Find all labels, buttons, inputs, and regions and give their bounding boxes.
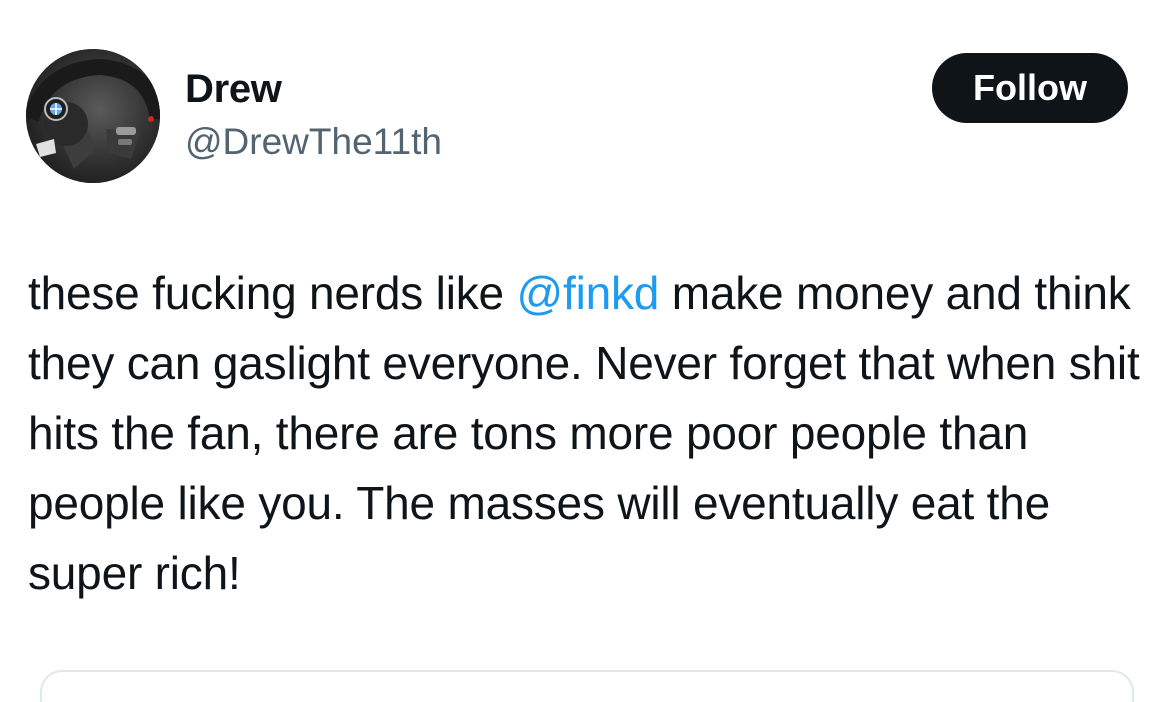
tweet-text: these fucking nerds like @finkd make mon… <box>28 258 1153 608</box>
user-info: Drew @DrewThe11th <box>185 66 442 164</box>
steering-wheel-photo-icon <box>26 49 160 183</box>
display-name[interactable]: Drew <box>185 66 442 112</box>
avatar[interactable] <box>26 49 160 183</box>
tweet-text-before: these fucking nerds like <box>28 267 517 319</box>
tweet-card: Drew @DrewThe11th Follow these fucking n… <box>0 0 1167 702</box>
user-handle[interactable]: @DrewThe11th <box>185 120 442 164</box>
mention-link[interactable]: @finkd <box>517 267 660 319</box>
embedded-card-edge <box>40 670 1134 702</box>
follow-button[interactable]: Follow <box>932 53 1128 123</box>
